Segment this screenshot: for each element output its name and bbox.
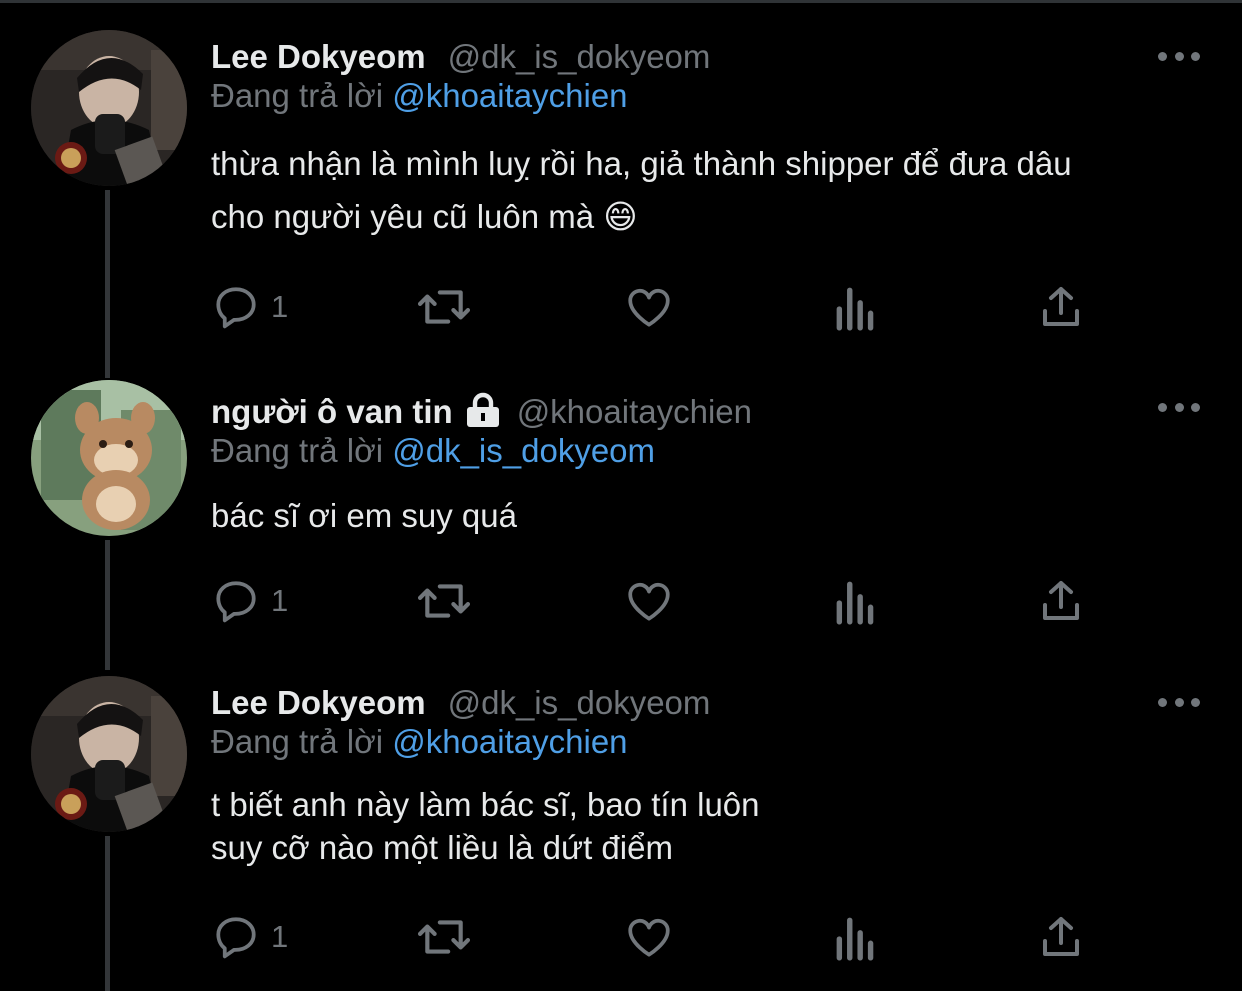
avatar[interactable] — [31, 380, 187, 536]
replying-prefix: Đang trả lời — [211, 723, 384, 760]
analytics-icon — [836, 581, 874, 625]
more-icon[interactable] — [1158, 392, 1200, 422]
like-button[interactable] — [624, 571, 674, 631]
lock-icon — [463, 392, 503, 433]
more-icon[interactable] — [1158, 687, 1200, 717]
retweet-icon — [417, 920, 471, 954]
mention-link[interactable]: @dk_is_dokyeom — [392, 432, 655, 469]
retweet-icon — [417, 290, 471, 324]
reply-count: 1 — [271, 289, 289, 324]
like-button[interactable] — [624, 277, 674, 337]
analytics-icon — [836, 917, 874, 961]
reply-icon — [216, 917, 256, 959]
avatar-image — [31, 30, 187, 186]
reply-button[interactable]: 1 — [211, 907, 288, 967]
reply-count: 1 — [271, 583, 289, 618]
reply-count: 1 — [271, 919, 289, 954]
tweet-text: bác sĩ ơi em suy quá — [211, 497, 517, 534]
tweet-text: thừa nhận là mình luỵ rồi ha, giả thành … — [211, 145, 1072, 235]
avatar[interactable] — [31, 676, 187, 832]
tweet-text: t biết anh này làm bác sĩ, bao tín luôn … — [211, 786, 760, 866]
replying-prefix: Đang trả lời — [211, 432, 384, 469]
share-button[interactable] — [1037, 907, 1085, 967]
display-name[interactable]: Lee Dokyeom — [211, 684, 426, 722]
views-button[interactable] — [833, 907, 879, 967]
avatar-image — [31, 676, 187, 832]
replying-prefix: Đang trả lời — [211, 77, 384, 114]
views-button[interactable] — [833, 277, 879, 337]
reply-icon — [216, 581, 256, 623]
share-icon — [1043, 581, 1079, 620]
replying-to: Đang trả lời @khoaitaychien — [211, 723, 628, 761]
replying-to: Đang trả lời @dk_is_dokyeom — [211, 432, 655, 470]
tweet-actions: 1 — [211, 277, 1091, 337]
tweet[interactable]: Lee Dokyeom @dk_is_dokyeom Đang trả lời … — [0, 673, 1242, 991]
analytics-icon — [836, 287, 874, 331]
avatar[interactable] — [31, 30, 187, 186]
reply-button[interactable]: 1 — [211, 571, 288, 631]
more-icon[interactable] — [1158, 41, 1200, 71]
views-button[interactable] — [833, 571, 879, 631]
share-icon — [1043, 287, 1079, 326]
tweet-actions: 1 — [211, 907, 1091, 967]
user-handle[interactable]: @dk_is_dokyeom — [448, 38, 711, 76]
heart-icon — [628, 582, 670, 621]
tweet-actions: 1 — [211, 571, 1091, 631]
retweet-button[interactable] — [414, 277, 474, 337]
tweet[interactable]: người ô van tin @khoaitaychien Đang trả … — [0, 378, 1242, 668]
top-divider — [0, 0, 1242, 3]
share-button[interactable] — [1037, 571, 1085, 631]
reply-icon — [216, 287, 256, 329]
heart-icon — [628, 918, 670, 957]
replying-to: Đang trả lời @khoaitaychien — [211, 77, 628, 115]
mention-link[interactable]: @khoaitaychien — [392, 77, 627, 114]
mention-link[interactable]: @khoaitaychien — [392, 723, 627, 760]
tweet[interactable]: Lee Dokyeom @dk_is_dokyeom Đang trả lời … — [0, 27, 1242, 347]
user-handle[interactable]: @khoaitaychien — [517, 393, 752, 431]
display-name[interactable]: Lee Dokyeom — [211, 38, 426, 76]
share-icon — [1043, 917, 1079, 956]
display-name[interactable]: người ô van tin — [211, 393, 453, 431]
retweet-button[interactable] — [414, 571, 474, 631]
like-button[interactable] — [624, 907, 674, 967]
share-button[interactable] — [1037, 277, 1085, 337]
user-handle[interactable]: @dk_is_dokyeom — [448, 684, 711, 722]
retweet-button[interactable] — [414, 907, 474, 967]
heart-icon — [628, 288, 670, 327]
reply-button[interactable]: 1 — [211, 277, 288, 337]
retweet-icon — [417, 584, 471, 618]
avatar-image — [31, 380, 187, 536]
